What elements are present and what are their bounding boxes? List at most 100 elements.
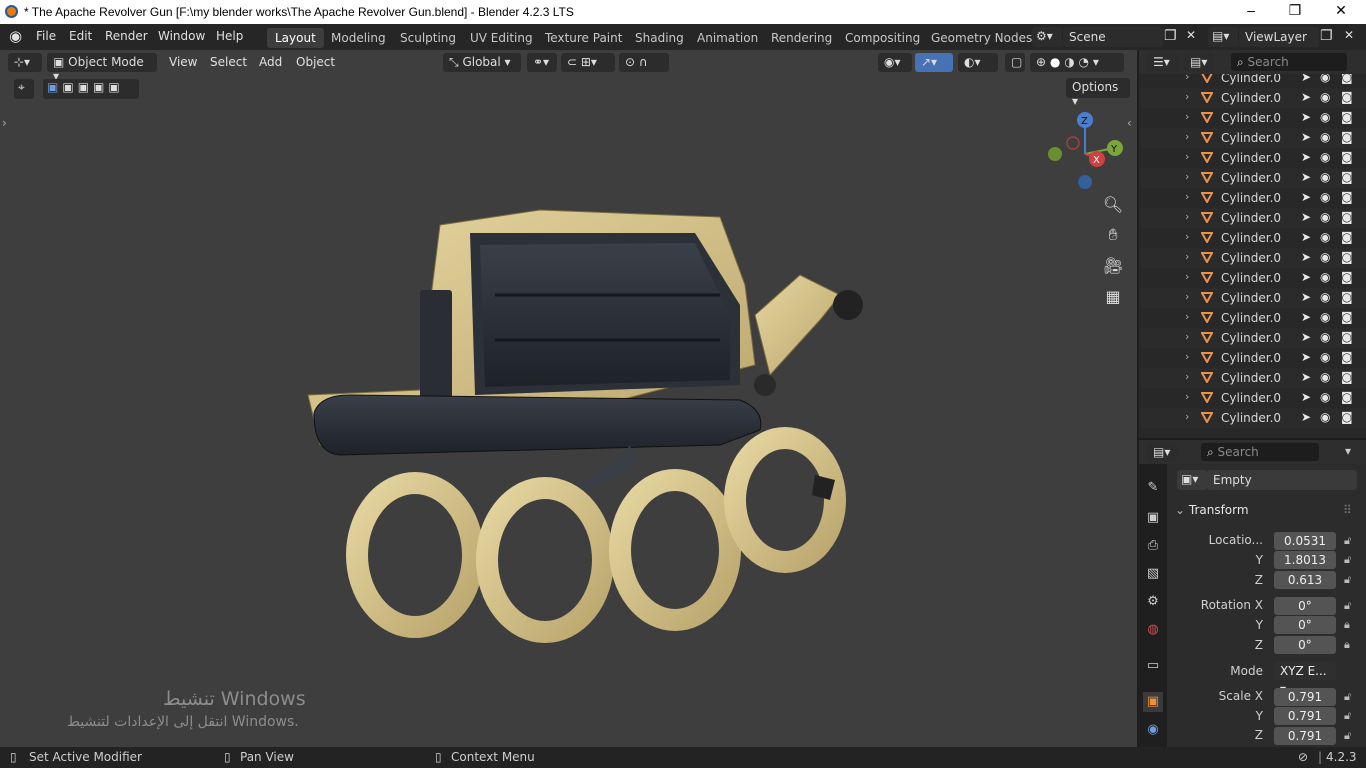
- unlock-icon[interactable]: 🔓︎: [1344, 534, 1351, 548]
- minimize-button[interactable]: –: [1228, 2, 1274, 22]
- eye-icon[interactable]: ◉: [1320, 290, 1330, 304]
- editor-type-button[interactable]: ⊹▾: [8, 53, 42, 72]
- menu-edit[interactable]: Edit: [69, 29, 92, 43]
- gizmo-neg-z-axis[interactable]: [1078, 175, 1092, 189]
- unlock-icon[interactable]: 🔓︎: [1344, 573, 1351, 587]
- expand-arrow-icon[interactable]: ›: [1185, 330, 1189, 343]
- camera-render-icon[interactable]: ◙: [1341, 410, 1353, 424]
- menu-select[interactable]: Select: [210, 55, 247, 69]
- xray-button[interactable]: ▢: [1005, 53, 1025, 72]
- unlock-icon[interactable]: 🔓︎: [1344, 690, 1351, 704]
- outliner-row[interactable]: › Cylinder.0 ➤ ◉ ◙: [1139, 308, 1366, 328]
- camera-render-icon[interactable]: ◙: [1341, 130, 1353, 144]
- selection-mode-group[interactable]: ▣▣▣▣▣: [43, 79, 139, 99]
- tab-shading[interactable]: Shading: [627, 28, 692, 48]
- tab-texture-paint[interactable]: Texture Paint: [537, 28, 630, 48]
- close-button[interactable]: ✕: [1318, 2, 1364, 22]
- tab-layout[interactable]: Layout: [267, 28, 324, 48]
- camera-render-icon[interactable]: ◙: [1341, 290, 1353, 304]
- zoom-icon[interactable]: 🔍︎: [1100, 192, 1126, 218]
- location-z-field[interactable]: 0.613: [1274, 571, 1336, 589]
- rotation-y-field[interactable]: 0°: [1274, 616, 1336, 634]
- selectable-arrow-icon[interactable]: ➤: [1301, 190, 1311, 204]
- selectable-arrow-icon[interactable]: ➤: [1301, 130, 1311, 144]
- camera-render-icon[interactable]: ◙: [1341, 210, 1353, 224]
- rotation-mode-select[interactable]: XYZ E... ▾: [1274, 662, 1336, 696]
- scale-x-field[interactable]: 0.791: [1274, 688, 1336, 706]
- camera-render-icon[interactable]: ◙: [1341, 250, 1353, 264]
- eye-icon[interactable]: ◉: [1320, 390, 1330, 404]
- shading-mode-group[interactable]: ⊕ ● ◑ ◔ ▾: [1030, 53, 1124, 72]
- gizmo-neg-y-axis[interactable]: [1048, 147, 1062, 161]
- eye-icon[interactable]: ◉: [1320, 90, 1330, 104]
- selectable-arrow-icon[interactable]: ➤: [1301, 410, 1311, 424]
- camera-render-icon[interactable]: ◙: [1341, 310, 1353, 324]
- eye-icon[interactable]: ◉: [1320, 230, 1330, 244]
- location-x-field[interactable]: 0.0531: [1274, 532, 1336, 550]
- eye-icon[interactable]: ◉: [1320, 350, 1330, 364]
- select-new-icon[interactable]: ▣: [47, 80, 62, 94]
- object-name-field[interactable]: Empty: [1207, 470, 1357, 490]
- scene-tab-icon[interactable]: ⚙: [1143, 592, 1163, 612]
- camera-render-icon[interactable]: ◙: [1341, 150, 1353, 164]
- menu-add[interactable]: Add: [259, 55, 282, 69]
- lock-icon[interactable]: 🔒︎: [1344, 618, 1350, 632]
- collection-tab-icon[interactable]: ▭: [1143, 656, 1163, 676]
- eye-icon[interactable]: ◉: [1320, 74, 1330, 84]
- toolbar-toggle-icon[interactable]: ›: [2, 116, 7, 130]
- eye-icon[interactable]: ◉: [1320, 150, 1330, 164]
- unlock-icon[interactable]: 🔓︎: [1344, 599, 1351, 613]
- camera-render-icon[interactable]: ◙: [1341, 330, 1353, 344]
- outliner-row[interactable]: › Cylinder.0 ➤ ◉ ◙: [1139, 148, 1366, 168]
- outliner-search-input[interactable]: ⌕ Search: [1231, 53, 1347, 71]
- outliner-row[interactable]: › Cylinder.0 ➤ ◉ ◙: [1139, 168, 1366, 188]
- proportional-edit-button[interactable]: ⊙ ∩: [619, 53, 669, 72]
- eye-icon[interactable]: ◉: [1320, 190, 1330, 204]
- eye-icon[interactable]: ◉: [1320, 110, 1330, 124]
- properties-editor-type-button[interactable]: ▤▾: [1147, 443, 1177, 462]
- camera-render-icon[interactable]: ◙: [1341, 370, 1353, 384]
- output-tab-icon[interactable]: ⎙: [1143, 536, 1163, 556]
- scale-z-field[interactable]: 0.791: [1274, 727, 1336, 745]
- selectable-arrow-icon[interactable]: ➤: [1301, 250, 1311, 264]
- new-scene-icon[interactable]: ❐: [1164, 28, 1177, 44]
- object-type-button[interactable]: ▣▾: [1177, 470, 1207, 490]
- eye-icon[interactable]: ◉: [1320, 410, 1330, 424]
- camera-view-icon[interactable]: 🎥︎: [1100, 253, 1126, 279]
- selectable-arrow-icon[interactable]: ➤: [1301, 110, 1311, 124]
- tab-rendering[interactable]: Rendering: [763, 28, 840, 48]
- display-mode-button[interactable]: ▤▾: [1184, 53, 1214, 72]
- eye-icon[interactable]: ◉: [1320, 310, 1330, 324]
- 3d-viewport[interactable]: ⊹▾ ▣ Object Mode ▾ View Select Add Objec…: [0, 50, 1137, 747]
- selectable-arrow-icon[interactable]: ➤: [1301, 290, 1311, 304]
- expand-arrow-icon[interactable]: ›: [1185, 210, 1189, 223]
- gizmo-toggle-button[interactable]: ↗▾: [915, 53, 953, 72]
- outliner-row[interactable]: › Cylinder.0 ➤ ◉ ◙: [1139, 108, 1366, 128]
- scale-y-field[interactable]: 0.791: [1274, 707, 1336, 725]
- scene-browse-button[interactable]: ⚙▾: [1032, 27, 1062, 47]
- menu-object[interactable]: Object: [296, 55, 335, 69]
- tool-select-box-icon[interactable]: ⌖: [14, 79, 34, 99]
- expand-arrow-icon[interactable]: ›: [1185, 230, 1189, 243]
- outliner-row[interactable]: › Cylinder.0 ➤ ◉ ◙: [1139, 328, 1366, 348]
- eye-icon[interactable]: ◉: [1320, 210, 1330, 224]
- camera-render-icon[interactable]: ◙: [1341, 270, 1353, 284]
- outliner-row[interactable]: › Cylinder.0 ➤ ◉ ◙: [1139, 368, 1366, 388]
- selectable-arrow-icon[interactable]: ➤: [1301, 270, 1311, 284]
- expand-arrow-icon[interactable]: ›: [1185, 130, 1189, 143]
- menu-render[interactable]: Render: [105, 29, 148, 43]
- location-y-field[interactable]: 1.8013: [1274, 551, 1336, 569]
- selectable-arrow-icon[interactable]: ➤: [1301, 74, 1311, 84]
- physics-tab-icon[interactable]: ◉: [1143, 720, 1163, 740]
- unlock-icon[interactable]: 🔓︎: [1344, 553, 1351, 567]
- outliner-row[interactable]: › Cylinder.0 ➤ ◉ ◙: [1139, 88, 1366, 108]
- expand-arrow-icon[interactable]: ›: [1185, 390, 1189, 403]
- scene-name-field[interactable]: Scene: [1063, 27, 1163, 47]
- solid-shading-icon[interactable]: ●: [1050, 55, 1060, 69]
- selectable-arrow-icon[interactable]: ➤: [1301, 350, 1311, 364]
- tab-sculpting[interactable]: Sculpting: [392, 28, 464, 48]
- rotation-z-field[interactable]: 0°: [1274, 636, 1336, 654]
- eye-icon[interactable]: ◉: [1320, 250, 1330, 264]
- drag-handle-icon[interactable]: ⠿: [1343, 503, 1352, 517]
- outliner-row[interactable]: › Cylinder.0 ➤ ◉ ◙: [1139, 388, 1366, 408]
